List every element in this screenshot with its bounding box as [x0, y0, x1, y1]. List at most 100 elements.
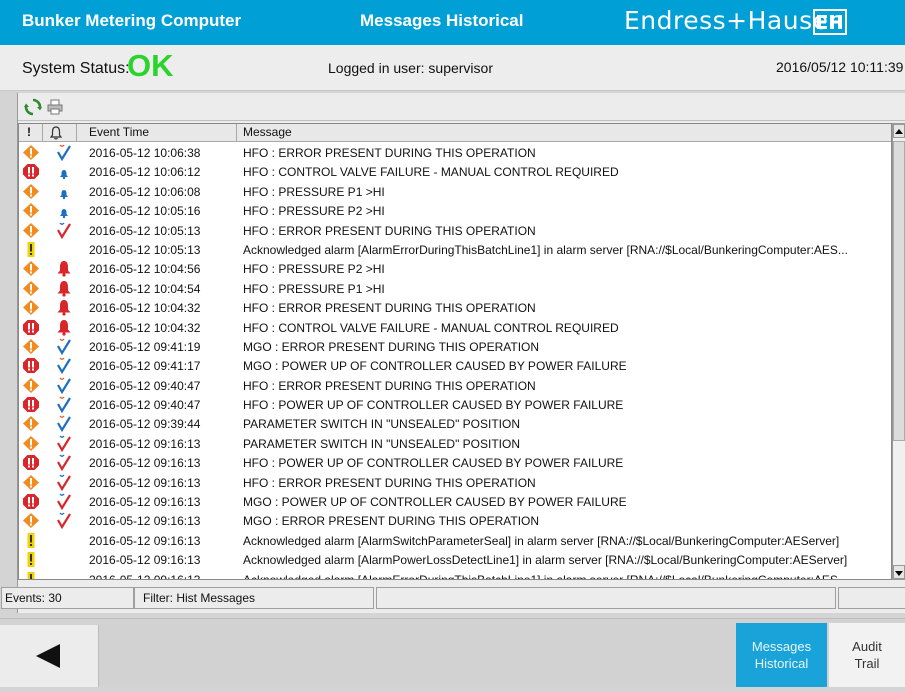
- scroll-up-arrow[interactable]: [893, 124, 905, 138]
- table-row[interactable]: 2016-05-12 09:16:13 Acknowledged alarm [A…: [19, 550, 891, 569]
- critical-alarm-icon: [22, 396, 40, 413]
- acknowledged-check-icon: [55, 377, 73, 394]
- event-time: 2016-05-12 09:40:47: [89, 378, 201, 393]
- event-time: 2016-05-12 10:05:16: [89, 204, 201, 219]
- info-alert-icon: [22, 571, 40, 579]
- screen-title: Messages Historical: [360, 11, 524, 30]
- table-row[interactable]: 2016-05-12 09:16:13 Acknowledged alarm [A…: [19, 570, 891, 580]
- unacknowledged-bell-icon: [55, 299, 73, 316]
- table-row[interactable]: 2016-05-12 10:05:13 HFO : ERROR PRESENT D…: [19, 221, 891, 240]
- acknowledged-check-icon: [55, 338, 73, 356]
- event-message: HFO : PRESSURE P2 >HI: [243, 262, 385, 277]
- list-status-bar: Events: 30 Filter: Hist Messages: [1, 587, 905, 609]
- acknowledged-check-icon: [55, 396, 73, 414]
- event-message: HFO : POWER UP OF CONTROLLER CAUSED BY P…: [243, 398, 624, 413]
- event-time: 2016-05-12 09:16:13: [89, 495, 201, 510]
- printer-icon[interactable]: [46, 98, 64, 116]
- table-row[interactable]: 2016-05-12 10:06:38 HFO : ERROR PRESENT D…: [19, 143, 891, 162]
- event-time: 2016-05-12 10:06:12: [89, 165, 201, 180]
- scroll-thumb[interactable]: [893, 141, 905, 441]
- scroll-down-arrow[interactable]: [893, 565, 905, 579]
- table-row[interactable]: 2016-05-12 09:16:13 MGO : POWER UP OF CON…: [19, 492, 891, 511]
- events-count: Events: 30: [1, 587, 134, 609]
- event-message: HFO : POWER UP OF CONTROLLER CAUSED BY P…: [243, 456, 624, 471]
- event-message: Acknowledged alarm [AlarmPowerLossDetect…: [243, 553, 848, 568]
- refresh-icon[interactable]: [24, 98, 42, 116]
- acknowledged-check-icon: [55, 144, 73, 162]
- table-row[interactable]: 2016-05-12 10:04:32 HFO : CONTROL VALVE F…: [19, 318, 891, 337]
- table-row[interactable]: 2016-05-12 09:16:13 MGO : ERROR PRESENT D…: [19, 511, 891, 530]
- unacknowledged-bell-icon: [55, 260, 73, 277]
- event-message: HFO : PRESSURE P1 >HI: [243, 281, 385, 296]
- column-message[interactable]: Message: [237, 124, 891, 142]
- column-event-time[interactable]: Event Time: [77, 124, 237, 142]
- event-message: Acknowledged alarm [AlarmErrorDuringThis…: [243, 242, 848, 257]
- status-empty-cell: [376, 587, 836, 609]
- vertical-scrollbar[interactable]: [892, 123, 905, 580]
- warning-icon: [22, 202, 40, 219]
- table-row[interactable]: 2016-05-12 10:04:54 HFO : PRESSURE P1 >HI: [19, 279, 891, 298]
- event-time: 2016-05-12 09:16:13: [89, 533, 201, 548]
- event-message: HFO : ERROR PRESENT DURING THIS OPERATIO…: [243, 301, 536, 316]
- messages-historical-button[interactable]: Messages Historical: [736, 623, 827, 687]
- column-ack[interactable]: [43, 124, 77, 142]
- brand-logo-icon: [813, 9, 847, 35]
- rows-container: 2016-05-12 10:06:38 HFO : ERROR PRESENT D…: [19, 143, 891, 580]
- acknowledged-check-red-icon: [55, 512, 73, 530]
- table-row[interactable]: 2016-05-12 09:40:47 HFO : POWER UP OF CON…: [19, 395, 891, 414]
- top-header: Bunker Metering Computer Messages Histor…: [0, 0, 905, 45]
- critical-alarm-icon: [22, 357, 40, 374]
- table-row[interactable]: 2016-05-12 10:06:08 HFO : PRESSURE P1 >HI: [19, 182, 891, 201]
- table-row[interactable]: 2016-05-12 09:16:13 HFO : POWER UP OF CON…: [19, 453, 891, 472]
- event-time: 2016-05-12 09:40:47: [89, 398, 201, 413]
- status-bar: System Status: OK Logged in user: superv…: [0, 45, 905, 91]
- audit-trail-button[interactable]: Audit Trail: [829, 623, 905, 687]
- table-row[interactable]: 2016-05-12 10:06:12 HFO : CONTROL VALVE F…: [19, 162, 891, 181]
- table-row[interactable]: 2016-05-12 09:41:17 MGO : POWER UP OF CON…: [19, 356, 891, 375]
- table-row[interactable]: 2016-05-12 09:16:13 HFO : ERROR PRESENT D…: [19, 473, 891, 492]
- table-row[interactable]: 2016-05-12 10:05:13 Acknowledged alarm [A…: [19, 240, 891, 259]
- warning-icon: [22, 183, 40, 200]
- event-message: Acknowledged alarm [AlarmErrorDuringThis…: [243, 572, 848, 580]
- warning-icon: [22, 260, 40, 277]
- event-time: 2016-05-12 10:06:08: [89, 184, 201, 199]
- table-row[interactable]: 2016-05-12 09:16:13 Acknowledged alarm [A…: [19, 531, 891, 550]
- table-row[interactable]: 2016-05-12 10:04:56 HFO : PRESSURE P2 >HI: [19, 259, 891, 278]
- event-message: HFO : PRESSURE P1 >HI: [243, 184, 385, 199]
- logged-in-user: Logged in user: supervisor: [328, 60, 493, 76]
- active-alarm-bell-icon: [55, 202, 73, 219]
- critical-alarm-icon: [22, 319, 40, 336]
- warning-icon: [22, 222, 40, 239]
- critical-alarm-icon: [22, 163, 40, 180]
- current-datetime: 2016/05/12 10:11:39: [776, 59, 904, 75]
- system-status-value: OK: [127, 48, 174, 83]
- table-row[interactable]: 2016-05-12 09:41:19 MGO : ERROR PRESENT D…: [19, 337, 891, 356]
- table-row[interactable]: 2016-05-12 10:04:32 HFO : ERROR PRESENT D…: [19, 298, 891, 317]
- acknowledged-check-icon: [55, 415, 73, 433]
- event-message: HFO : PRESSURE P2 >HI: [243, 204, 385, 219]
- event-message: MGO : POWER UP OF CONTROLLER CAUSED BY P…: [243, 495, 627, 510]
- column-severity[interactable]: !: [19, 124, 43, 142]
- event-time: 2016-05-12 09:39:44: [89, 417, 201, 432]
- table-row[interactable]: 2016-05-12 10:05:16 HFO : PRESSURE P2 >HI: [19, 201, 891, 220]
- bell-header-icon: [48, 126, 63, 143]
- empty-ack-cell: [55, 241, 73, 258]
- acknowledged-check-red-icon: [55, 454, 73, 472]
- table-row[interactable]: 2016-05-12 09:39:44 PARAMETER SWITCH IN "…: [19, 414, 891, 433]
- table-row[interactable]: 2016-05-12 09:40:47 HFO : ERROR PRESENT D…: [19, 376, 891, 395]
- info-alert-icon: [22, 551, 40, 568]
- messages-panel: ! Event Time Message 2016-05-12 10:06:38…: [1, 93, 905, 613]
- acknowledged-check-red-icon: [55, 222, 73, 239]
- event-message: MGO : ERROR PRESENT DURING THIS OPERATIO…: [243, 514, 540, 529]
- event-time: 2016-05-12 09:41:17: [89, 359, 201, 374]
- back-button[interactable]: [0, 625, 99, 687]
- table-row[interactable]: 2016-05-12 09:16:13 PARAMETER SWITCH IN "…: [19, 434, 891, 453]
- back-arrow-icon: [36, 644, 60, 668]
- messages-list[interactable]: ! Event Time Message 2016-05-12 10:06:38…: [18, 123, 892, 580]
- toolbar: [18, 93, 905, 121]
- acknowledged-check-red-icon: [55, 435, 73, 453]
- event-message: HFO : ERROR PRESENT DURING THIS OPERATIO…: [243, 475, 536, 490]
- event-time: 2016-05-12 09:16:13: [89, 475, 201, 490]
- event-time: 2016-05-12 10:04:32: [89, 320, 201, 335]
- warning-icon: [22, 415, 40, 432]
